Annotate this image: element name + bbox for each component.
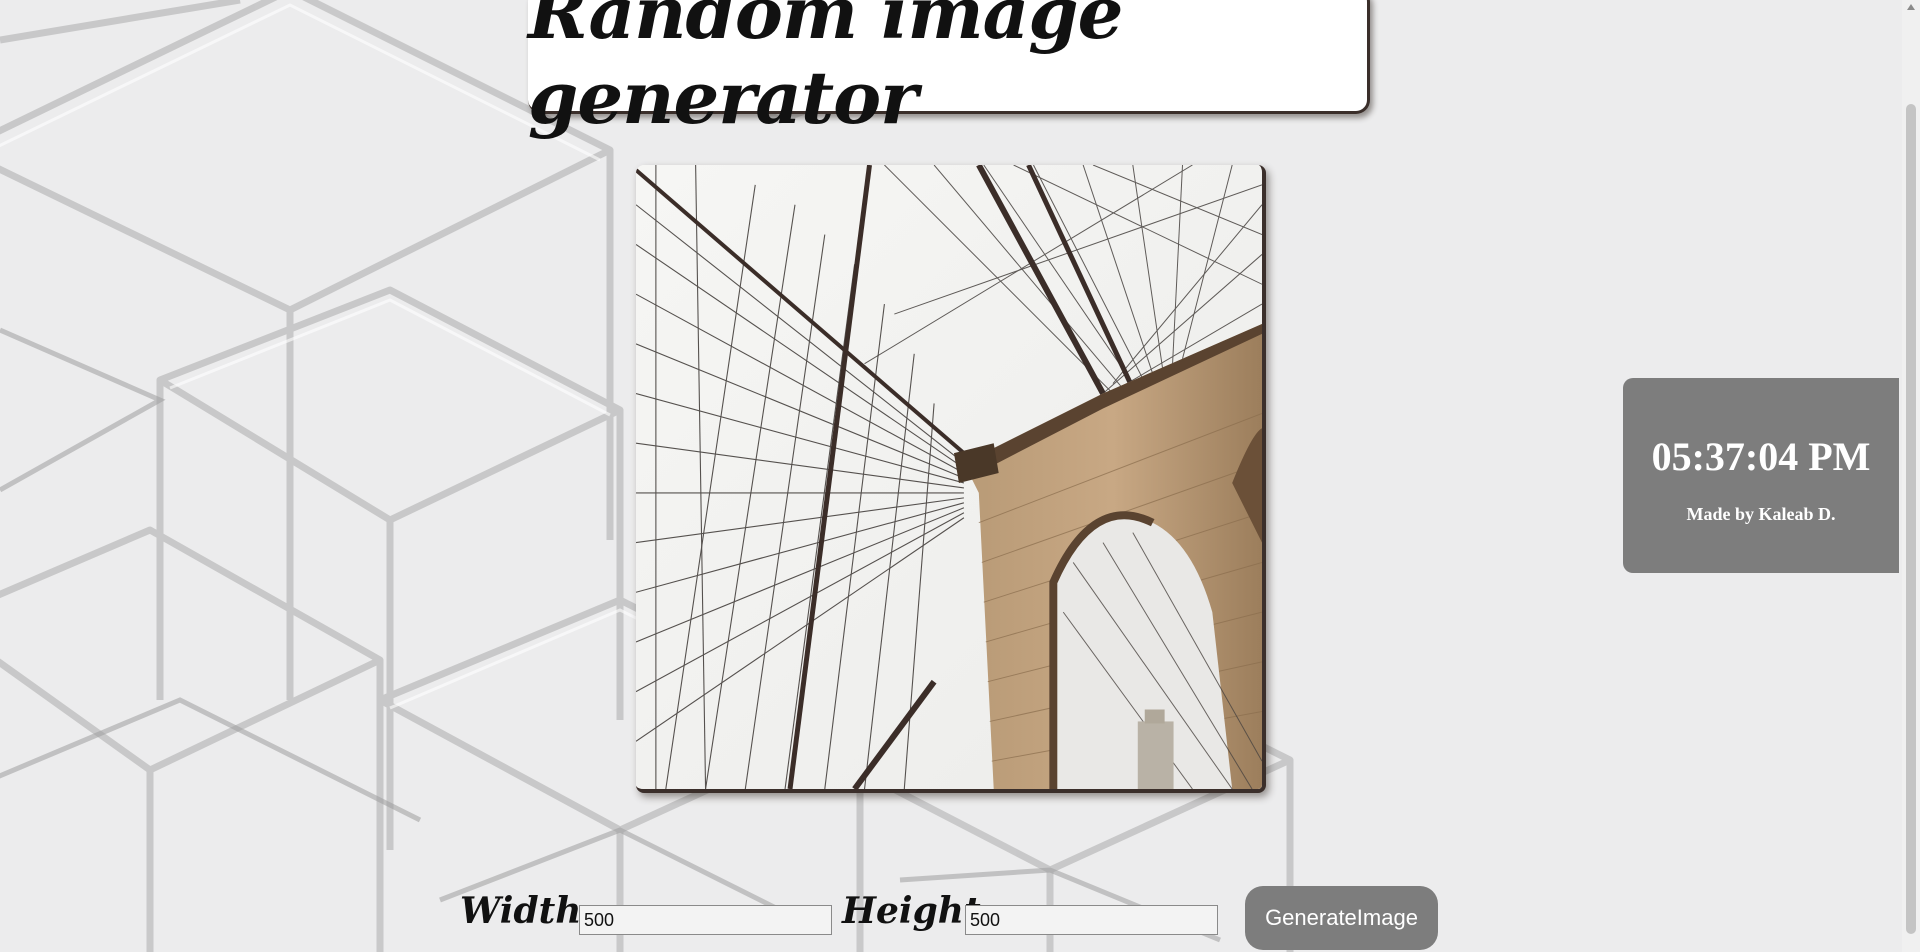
scroll-up-arrow-icon[interactable] [1907,4,1915,10]
generate-image-button[interactable]: GenerateImage [1245,886,1438,950]
height-input[interactable] [965,905,1218,935]
page: Random image generator 05:37:04 PM Made … [0,0,1920,952]
scrollbar-thumb[interactable] [1906,104,1916,934]
controls-row: Width: Height: GenerateImage [460,886,1460,952]
generated-image [636,165,1266,793]
width-input[interactable] [579,905,832,935]
author-credit: Made by Kaleab D. [1686,503,1836,524]
clock-time: 05:37:04 PM [1651,433,1871,479]
bridge-photo [636,165,1262,789]
width-label: Width: [460,890,595,932]
clock-panel: 05:37:04 PM Made by Kaleab D. [1623,378,1899,573]
page-title: Random image generator [528,0,1123,140]
title-card: Random image generator [528,0,1370,140]
vertical-scrollbar[interactable] [1902,0,1920,952]
